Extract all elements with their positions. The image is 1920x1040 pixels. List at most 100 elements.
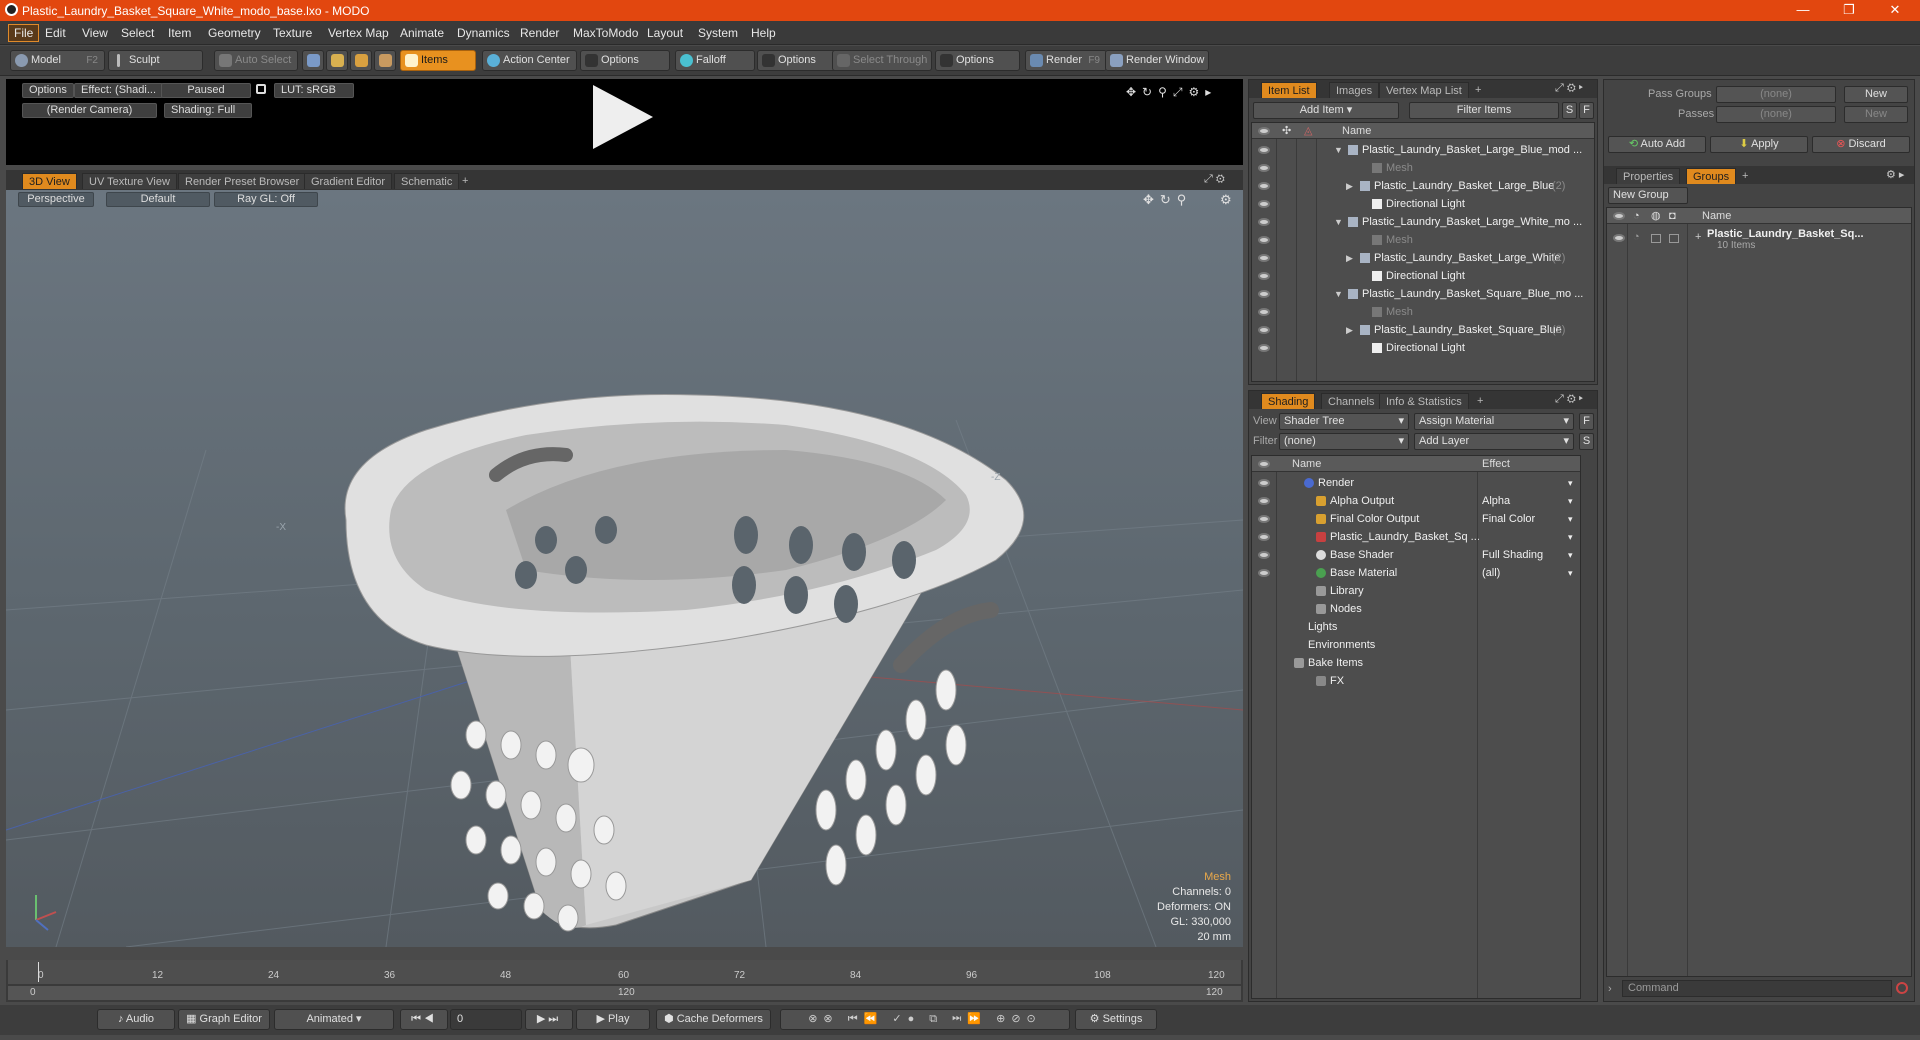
item-list-row[interactable]: ▼ Plastic_Laundry_Basket_Large_Blue_mod .… (1252, 141, 1594, 159)
eye-icon[interactable] (1258, 200, 1270, 208)
tab-schematic[interactable]: Schematic (394, 173, 460, 189)
groups-list[interactable]: ◔ ◍ ◘ Name ◔ + Plastic_Laundry_Basket_Sq… (1606, 207, 1912, 977)
group-expand-icon[interactable]: + (1695, 228, 1701, 246)
render-window-button[interactable]: Render Window (1105, 50, 1209, 71)
eye-icon[interactable] (1258, 182, 1270, 190)
add-panel-tab[interactable]: + (1469, 82, 1487, 98)
select-through-options-button[interactable]: Options (935, 50, 1020, 71)
expand-arrow-icon[interactable]: ▶ (1346, 249, 1353, 267)
render-button[interactable]: Render F9 (1025, 50, 1107, 71)
perspective-dropdown[interactable]: Perspective (18, 192, 94, 207)
tab-info-statistics[interactable]: Info & Statistics (1379, 393, 1469, 409)
lock-icon[interactable] (256, 84, 266, 94)
pass-groups-dropdown[interactable]: (none) (1716, 86, 1836, 103)
item-list-row[interactable]: Directional Light (1252, 195, 1594, 213)
shading-dropdown[interactable]: Shading: Full (164, 103, 252, 118)
menu-select[interactable]: Select (121, 26, 154, 40)
filter-items-input[interactable]: Filter Items (1409, 102, 1559, 119)
add-item-dropdown[interactable]: Add Item ▾ (1253, 102, 1399, 119)
item-list-row[interactable]: ▼ Plastic_Laundry_Basket_Large_White_mo .… (1252, 213, 1594, 231)
polygons-mode-button[interactable] (350, 50, 372, 71)
timeline-range[interactable]: 0 120 120 (8, 986, 1241, 1000)
preview-nav-icons[interactable]: ✥↻⚲⤢⚙▸ (1126, 85, 1217, 100)
falloff-options-button[interactable]: Options (757, 50, 837, 71)
graph-editor-button[interactable]: ▦ Graph Editor (178, 1009, 270, 1030)
viewport-nav-icons[interactable]: ✥↻⚲ (1143, 192, 1192, 208)
eye-icon[interactable] (1258, 218, 1270, 226)
shader-tree-row[interactable]: Lights (1252, 618, 1580, 636)
auto-add-button[interactable]: ⟲ Auto Add (1608, 136, 1706, 153)
play-button[interactable]: ▶ Play (576, 1009, 650, 1030)
item-s-button[interactable]: S (1562, 102, 1577, 119)
timeline[interactable]: 0 12 24 36 48 60 72 84 96 108 120 0 120 … (6, 960, 1243, 1002)
shading-f-button[interactable]: F (1579, 413, 1594, 430)
shader-tree-row[interactable]: Render ▾ (1252, 474, 1580, 492)
sculpt-mode-button[interactable]: Sculpt (108, 50, 203, 71)
lut-dropdown[interactable]: LUT: sRGB (274, 83, 354, 98)
discard-button[interactable]: ⊗ Discard (1812, 136, 1910, 153)
menu-render[interactable]: Render (520, 26, 559, 40)
playhead[interactable] (38, 962, 39, 982)
tab-channels[interactable]: Channels (1321, 393, 1382, 409)
record-icon[interactable] (1896, 982, 1908, 994)
animated-dropdown[interactable]: Animated ▾ (274, 1009, 394, 1030)
menu-help[interactable]: Help (751, 26, 776, 40)
group-row[interactable]: ◔ + Plastic_Laundry_Basket_Sq... 10 Item… (1607, 228, 1911, 258)
eye-icon[interactable] (1258, 146, 1270, 154)
render-camera-dropdown[interactable]: (Render Camera) (22, 103, 157, 118)
shader-tree-row[interactable]: Base Shader Full Shading ▾ (1252, 546, 1580, 564)
action-center-button[interactable]: Action Center (482, 50, 577, 71)
collapse-arrow-icon[interactable]: ▼ (1334, 141, 1343, 159)
panel-icons[interactable]: ⚙ ▸ (1886, 168, 1904, 181)
eye-icon[interactable] (1258, 515, 1270, 523)
falloff-button[interactable]: Falloff (675, 50, 755, 71)
viewport-tab-icons[interactable]: ⤢ ⚙ (1204, 173, 1225, 186)
expand-arrow-icon[interactable]: ▶ (1346, 177, 1353, 195)
auto-select-button[interactable]: Auto Select (214, 50, 298, 71)
item-list-row[interactable]: ▶ Plastic_Laundry_Basket_Large_Blue (2) (1252, 177, 1594, 195)
minimize-button[interactable]: — (1780, 0, 1826, 21)
shader-tree-row[interactable]: FX (1252, 672, 1580, 690)
timeline-ruler[interactable]: 0 12 24 36 48 60 72 84 96 108 120 (8, 960, 1241, 984)
effect-dropdown[interactable]: Effect: (Shadi... (74, 83, 164, 98)
shader-tree[interactable]: Name Effect Render ▾ Alpha Output Alpha ▾ Fin… (1251, 455, 1581, 999)
vertices-mode-button[interactable] (302, 50, 324, 71)
shader-tree-row[interactable]: Alpha Output Alpha ▾ (1252, 492, 1580, 510)
preview-options-button[interactable]: Options (22, 83, 74, 98)
eye-icon[interactable] (1258, 254, 1270, 262)
edges-mode-button[interactable] (326, 50, 348, 71)
shader-tree-row[interactable]: Base Material (all) ▾ (1252, 564, 1580, 582)
model-mode-button[interactable]: Model F2 (10, 50, 105, 71)
tab-images[interactable]: Images (1329, 82, 1380, 98)
menu-animate[interactable]: Animate (400, 26, 444, 40)
eye-icon[interactable] (1258, 164, 1270, 172)
laundry-basket-mesh[interactable] (344, 393, 1025, 932)
tab-item-list[interactable]: Item List (1261, 82, 1317, 98)
close-button[interactable]: ✕ (1872, 0, 1918, 21)
eye-icon[interactable] (1258, 290, 1270, 298)
audio-button[interactable]: ♪ Audio (97, 1009, 175, 1030)
item-list-row[interactable]: Mesh (1252, 303, 1594, 321)
effect-chevron-down-icon[interactable]: ▾ (1568, 528, 1573, 546)
tab-properties[interactable]: Properties (1616, 168, 1681, 184)
viewport-settings-icon[interactable]: ⚙ (1220, 192, 1232, 208)
apply-button[interactable]: ⬇ Apply (1710, 136, 1808, 153)
default-style-dropdown[interactable]: Default (106, 192, 210, 207)
key-transport-icons[interactable]: ⊗⊗ ⏮⏪ ✓● ⧉ ⏭⏩ ⊕⊘⊙ (780, 1009, 1070, 1030)
menu-item[interactable]: Item (168, 26, 191, 40)
effect-chevron-down-icon[interactable]: ▾ (1568, 510, 1573, 528)
tab-shading[interactable]: Shading (1261, 393, 1316, 409)
new-pass-button[interactable]: New (1844, 106, 1908, 123)
item-list-row[interactable]: Directional Light (1252, 267, 1594, 285)
eye-icon[interactable] (1258, 236, 1270, 244)
item-list-row[interactable]: ▶ Plastic_Laundry_Basket_Square_Blue (2) (1252, 321, 1594, 339)
eye-icon[interactable] (1258, 533, 1270, 541)
eye-icon[interactable] (1258, 308, 1270, 316)
assign-material-dropdown[interactable]: Assign Material ▾ (1414, 413, 1574, 430)
select-through-button[interactable]: Select Through (832, 50, 932, 71)
item-list-row[interactable]: Mesh (1252, 159, 1594, 177)
eye-icon[interactable] (1258, 479, 1270, 487)
action-center-options-button[interactable]: Options (580, 50, 670, 71)
3d-viewport[interactable]: -X -Z Perspective Default Ray GL: Off ✥↻… (6, 190, 1243, 947)
select-toggle-icon[interactable] (1669, 234, 1679, 243)
